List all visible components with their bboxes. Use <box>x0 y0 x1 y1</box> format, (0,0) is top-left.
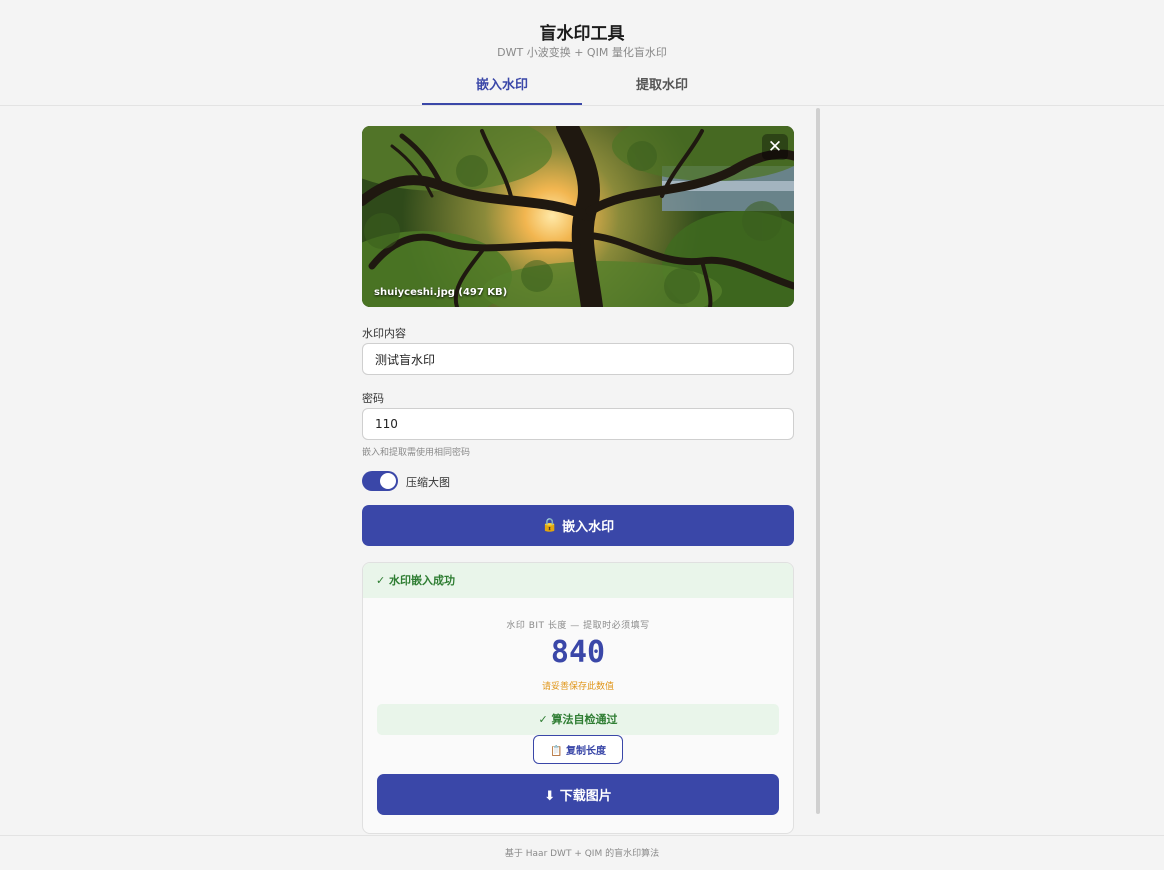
preview-photo <box>362 126 794 307</box>
file-caption: shuiyceshi.jpg (497 KB) <box>374 287 508 298</box>
watermark-input[interactable] <box>362 343 794 375</box>
copy-length-button[interactable]: 📋 复制长度 <box>533 735 623 764</box>
download-button[interactable]: ⬇ 下载图片 <box>377 774 779 815</box>
compress-label: 压缩大图 <box>406 476 450 489</box>
scrollbar[interactable] <box>816 108 820 814</box>
tab-embed[interactable]: 嵌入水印 <box>422 68 582 105</box>
password-input[interactable] <box>362 408 794 440</box>
app-subtitle: DWT 小波变换 + QIM 量化盲水印 <box>497 46 667 59</box>
tab-extract[interactable]: 提取水印 <box>582 68 742 105</box>
remove-image-button[interactable]: ✕ <box>762 134 788 160</box>
mode-tabs: 嵌入水印 提取水印 <box>422 68 742 106</box>
app-title: 盲水印工具 <box>539 24 625 44</box>
result-card: ✓ 水印嵌入成功 水印 BIT 长度 — 提取时必须填写 840 请妥善保存此数… <box>362 562 794 834</box>
footer: 基于 Haar DWT + QIM 的盲水印算法 <box>0 835 1164 870</box>
toggle-knob <box>380 473 396 489</box>
watermark-label: 水印内容 <box>362 327 406 340</box>
password-label: 密码 <box>362 392 384 405</box>
embed-button-label: 嵌入水印 <box>562 520 615 535</box>
selfcheck-badge: ✓ 算法自检通过 <box>377 704 779 735</box>
bit-length-value: 840 <box>550 635 606 670</box>
embed-button[interactable]: 🔒 嵌入水印 <box>362 505 794 546</box>
password-hint: 嵌入和提取需使用相同密码 <box>362 448 471 458</box>
compress-toggle[interactable] <box>362 471 398 491</box>
success-banner: ✓ 水印嵌入成功 <box>363 563 793 598</box>
app-header: 盲水印工具 DWT 小波变换 + QIM 量化盲水印 嵌入水印 提取水印 <box>0 0 1164 106</box>
image-preview: ✕ shuiyceshi.jpg (497 KB) <box>362 126 794 307</box>
lock-icon: 🔒 <box>541 518 559 533</box>
bit-length-warning: 请妥善保存此数值 <box>541 682 614 692</box>
bit-length-caption: 水印 BIT 长度 — 提取时必须填写 <box>506 621 650 631</box>
